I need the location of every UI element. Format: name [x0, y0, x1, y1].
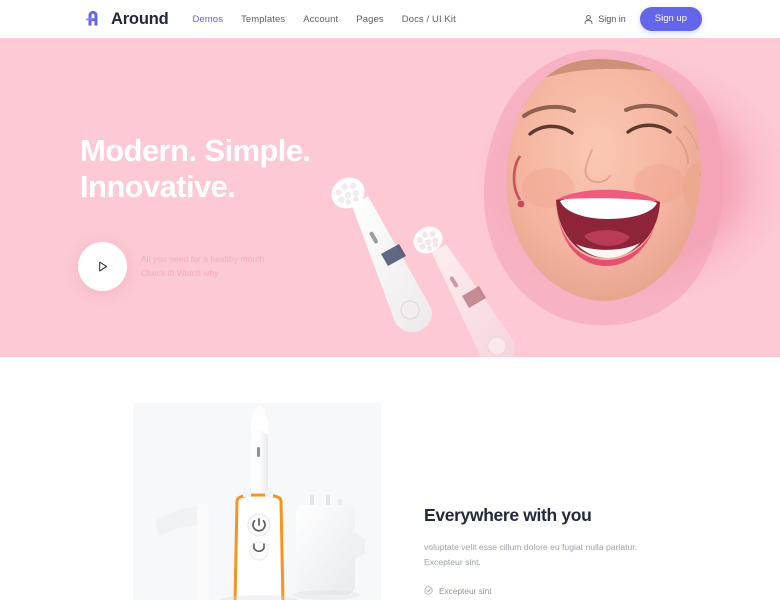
check-circle-icon — [424, 586, 433, 595]
feature-title: Everywhere with you — [424, 505, 592, 525]
feature-copy: Everywhere with you voluptate velit esse… — [424, 505, 654, 600]
sign-in-label: Sign in — [598, 14, 626, 24]
hero-copy: Modern. Simple. Innovative. — [80, 133, 410, 205]
sign-in-link[interactable]: Sign in — [583, 14, 626, 25]
brand-name: Around — [111, 9, 169, 28]
nav-link-templates[interactable]: Templates — [241, 14, 285, 25]
feature-checklist: Excepteur sint Quam lacus suspendisse — [424, 586, 654, 600]
user-icon — [584, 14, 593, 24]
hero-subtitle: All you need for a healthy mouth. Check … — [141, 254, 267, 278]
hero-section: Modern. Simple. Innovative. All you need… — [0, 38, 780, 357]
landing-page: Around Demos Templates Account Pages Doc… — [0, 0, 780, 600]
feature-section: Everywhere with you voluptate velit esse… — [0, 357, 780, 600]
nav-link-docs-ui-kit[interactable]: Docs / UI Kit — [402, 14, 456, 25]
list-item-label: Excepteur sint — [439, 585, 492, 596]
nav-actions: Sign in Sign up — [583, 7, 702, 31]
sign-up-button[interactable]: Sign up — [639, 7, 702, 31]
nav-link-account[interactable]: Account — [303, 14, 338, 25]
hero-title: Modern. Simple. Innovative. — [80, 133, 410, 205]
top-navigation-bar: Around Demos Templates Account Pages Doc… — [0, 0, 780, 38]
play-triangle-icon — [99, 261, 108, 272]
list-item: Excepteur sint — [424, 586, 654, 596]
nav-link-pages[interactable]: Pages — [356, 14, 383, 25]
feature-body-text: voluptate velit esse cillum dolore eu fu… — [424, 542, 638, 567]
hero-title-line-1: Modern. Simple. — [80, 133, 311, 168]
play-video-button[interactable] — [78, 242, 127, 291]
primary-nav: Demos Templates Account Pages Docs / UI … — [192, 14, 455, 25]
product-image — [133, 403, 381, 600]
toothbrush-product-illustration — [133, 403, 381, 600]
around-a-logo-icon — [85, 10, 98, 26]
hero-cta: All you need for a healthy mouth. Check … — [78, 242, 276, 291]
hero-title-line-2: Innovative. — [80, 168, 236, 204]
brand-logo[interactable]: Around — [82, 8, 169, 30]
nav-link-demos[interactable]: Demos — [192, 14, 223, 25]
